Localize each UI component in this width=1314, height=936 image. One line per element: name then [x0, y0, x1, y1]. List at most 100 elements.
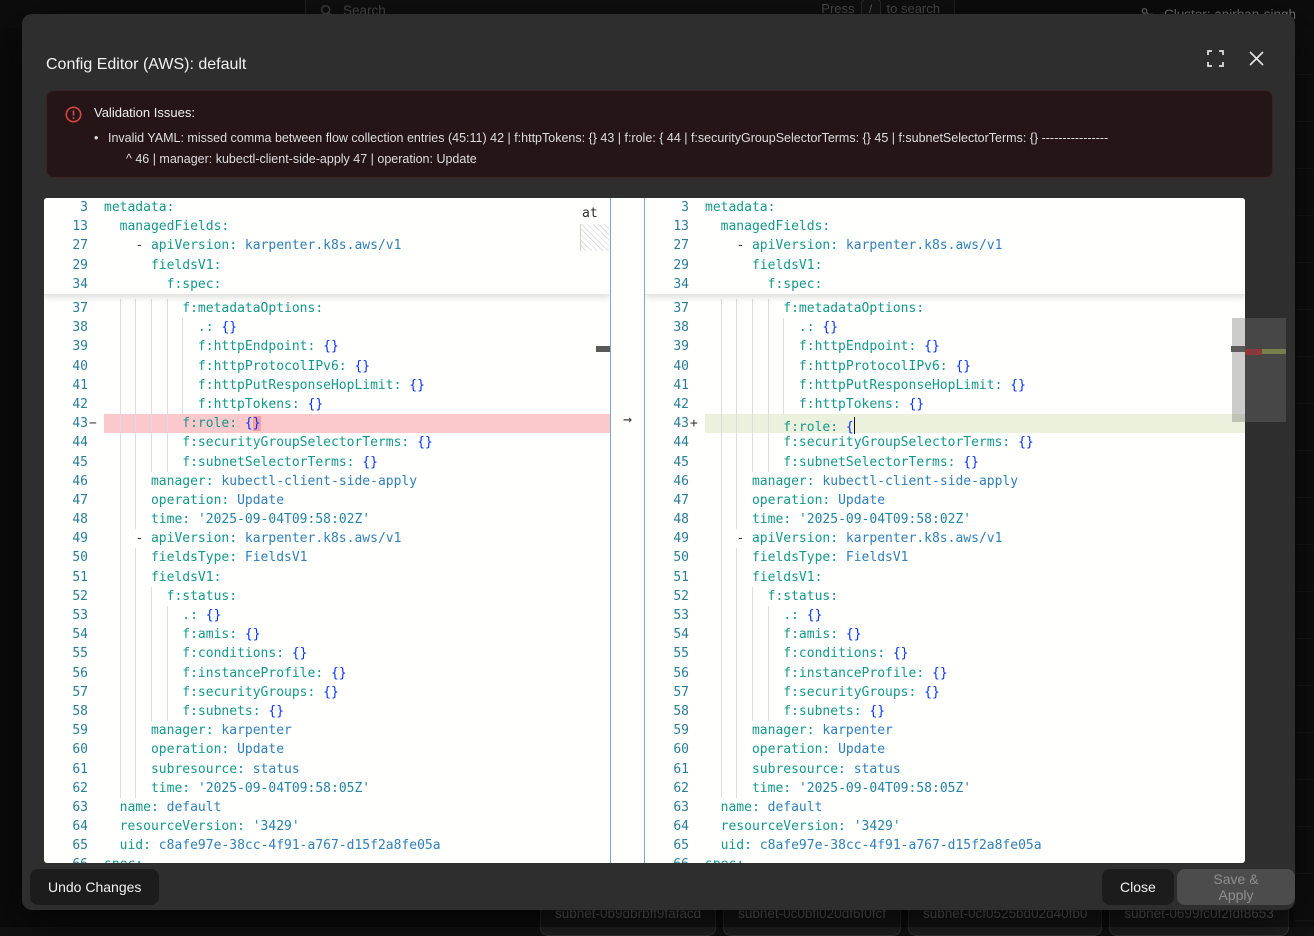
- code-line: 53 .: {}: [645, 606, 1245, 625]
- code-line: 43− f:role: {}: [44, 414, 610, 433]
- line-number: 64: [645, 817, 689, 836]
- line-number: 40: [645, 357, 689, 376]
- validation-title: Validation Issues:: [94, 105, 1108, 120]
- line-number: 49: [44, 529, 88, 548]
- code-line: 42 f:httpTokens: {}: [44, 395, 610, 414]
- line-number: 50: [44, 548, 88, 567]
- code-line: 47 operation: Update: [44, 491, 610, 510]
- line-number: 54: [44, 625, 88, 644]
- overview-mark-right: [1231, 346, 1245, 352]
- code-line: 38 .: {}: [44, 318, 610, 337]
- code-line: 54 f:amis: {}: [645, 625, 1245, 644]
- yaml-diff-editor[interactable]: 3metadata:13 managedFields:27 - apiVersi…: [44, 198, 1245, 863]
- close-modal-button[interactable]: Close: [1102, 869, 1174, 905]
- code-line: 3metadata:: [645, 198, 1245, 217]
- code-line: 65 uid: c8afe97e-38cc-4f91-a767-d15f2a8f…: [645, 836, 1245, 855]
- code-line: 49 - apiVersion: karpenter.k8s.aws/v1: [44, 529, 610, 548]
- validation-line-1: Invalid YAML: missed comma between flow …: [108, 128, 1108, 149]
- line-number: 58: [645, 702, 689, 721]
- code-line: 66spec:: [44, 855, 610, 863]
- line-number: 51: [645, 568, 689, 587]
- line-number: 59: [645, 721, 689, 740]
- line-number: 29: [44, 256, 88, 275]
- diff-pane-original[interactable]: 3metadata:13 managedFields:27 - apiVersi…: [44, 198, 610, 863]
- line-number: 43: [44, 414, 88, 433]
- line-number: 54: [645, 625, 689, 644]
- line-number: 42: [645, 395, 689, 414]
- code-line: 62 time: '2025-09-04T09:58:05Z': [44, 779, 610, 798]
- close-button[interactable]: [1243, 45, 1269, 71]
- line-number: 51: [44, 568, 88, 587]
- code-line: 27 - apiVersion: karpenter.k8s.aws/v1: [645, 236, 1245, 255]
- line-number: 43: [645, 414, 689, 433]
- diff-overview-ruler[interactable]: [1245, 318, 1286, 422]
- line-number: 29: [645, 256, 689, 275]
- code-line: 13 managedFields:: [44, 217, 610, 236]
- validation-banner: Validation Issues: • Invalid YAML: misse…: [46, 90, 1273, 178]
- line-number: 46: [645, 472, 689, 491]
- line-number: 34: [44, 275, 88, 294]
- line-number: 48: [44, 510, 88, 529]
- code-line: 48 time: '2025-09-04T09:58:02Z': [44, 510, 610, 529]
- undo-changes-button[interactable]: Undo Changes: [30, 869, 159, 905]
- code-line: 51 fieldsV1:: [645, 568, 1245, 587]
- code-line: 64 resourceVersion: '3429': [44, 817, 610, 836]
- code-line: 3metadata:: [44, 198, 610, 217]
- line-number: 65: [645, 836, 689, 855]
- code-line: 45 f:subnetSelectorTerms: {}: [44, 453, 610, 472]
- sticky-scroll-right: 3metadata:13 managedFields:27 - apiVersi…: [645, 198, 1245, 295]
- line-number: 53: [645, 606, 689, 625]
- code-line: 59 manager: karpenter: [645, 721, 1245, 740]
- code-line: 55 f:conditions: {}: [44, 644, 610, 663]
- validation-line-2: ^ 46 | manager: kubectl-client-side-appl…: [108, 149, 1108, 170]
- code-line: 52 f:status:: [645, 587, 1245, 606]
- line-number: 3: [44, 198, 88, 217]
- code-line: 50 fieldsType: FieldsV1: [44, 548, 610, 567]
- line-number: 38: [44, 318, 88, 337]
- code-line: 62 time: '2025-09-04T09:58:05Z': [645, 779, 1245, 798]
- code-line: 53 .: {}: [44, 606, 610, 625]
- line-number: 13: [44, 217, 88, 236]
- code-line: 63 name: default: [44, 798, 610, 817]
- code-line: 50 fieldsType: FieldsV1: [645, 548, 1245, 567]
- fullscreen-button[interactable]: [1202, 45, 1228, 71]
- fullscreen-icon: [1207, 50, 1224, 67]
- code-line: 59 manager: karpenter: [44, 721, 610, 740]
- line-number: 37: [645, 299, 689, 318]
- code-line: 61 subresource: status: [44, 760, 610, 779]
- line-number: 55: [44, 644, 88, 663]
- scrollbar-slider[interactable]: [1232, 318, 1245, 422]
- line-number: 39: [645, 337, 689, 356]
- code-line: 60 operation: Update: [44, 740, 610, 759]
- line-number: 65: [44, 836, 88, 855]
- code-line: 56 f:instanceProfile: {}: [44, 664, 610, 683]
- code-line: 64 resourceVersion: '3429': [645, 817, 1245, 836]
- line-number: 27: [44, 236, 88, 255]
- save-apply-button: Save & Apply: [1177, 869, 1295, 905]
- line-number: 58: [44, 702, 88, 721]
- line-number: 66: [645, 855, 689, 863]
- diff-sash[interactable]: →: [610, 198, 645, 863]
- line-number: 3: [645, 198, 689, 217]
- code-line: 56 f:instanceProfile: {}: [645, 664, 1245, 683]
- close-icon: [1249, 51, 1264, 66]
- line-number: 52: [44, 587, 88, 606]
- line-number: 41: [645, 376, 689, 395]
- code-line: 66spec:: [645, 855, 1245, 863]
- diff-navigate-arrow-icon[interactable]: →: [611, 410, 644, 429]
- line-number: 62: [645, 779, 689, 798]
- line-number: 41: [44, 376, 88, 395]
- line-number: 39: [44, 337, 88, 356]
- code-line: 39 f:httpEndpoint: {}: [645, 337, 1245, 356]
- code-line: 27 - apiVersion: karpenter.k8s.aws/v1: [44, 236, 610, 255]
- modal-title: Config Editor (AWS): default: [46, 56, 246, 74]
- line-number: 55: [645, 644, 689, 663]
- line-number: 61: [44, 760, 88, 779]
- line-number: 56: [44, 664, 88, 683]
- code-line: 51 fieldsV1:: [44, 568, 610, 587]
- line-number: 63: [44, 798, 88, 817]
- line-number: 60: [645, 740, 689, 759]
- diff-pane-modified[interactable]: 3metadata:13 managedFields:27 - apiVersi…: [645, 198, 1245, 863]
- code-line: 52 f:status:: [44, 587, 610, 606]
- code-line: 46 manager: kubectl-client-side-apply: [44, 472, 610, 491]
